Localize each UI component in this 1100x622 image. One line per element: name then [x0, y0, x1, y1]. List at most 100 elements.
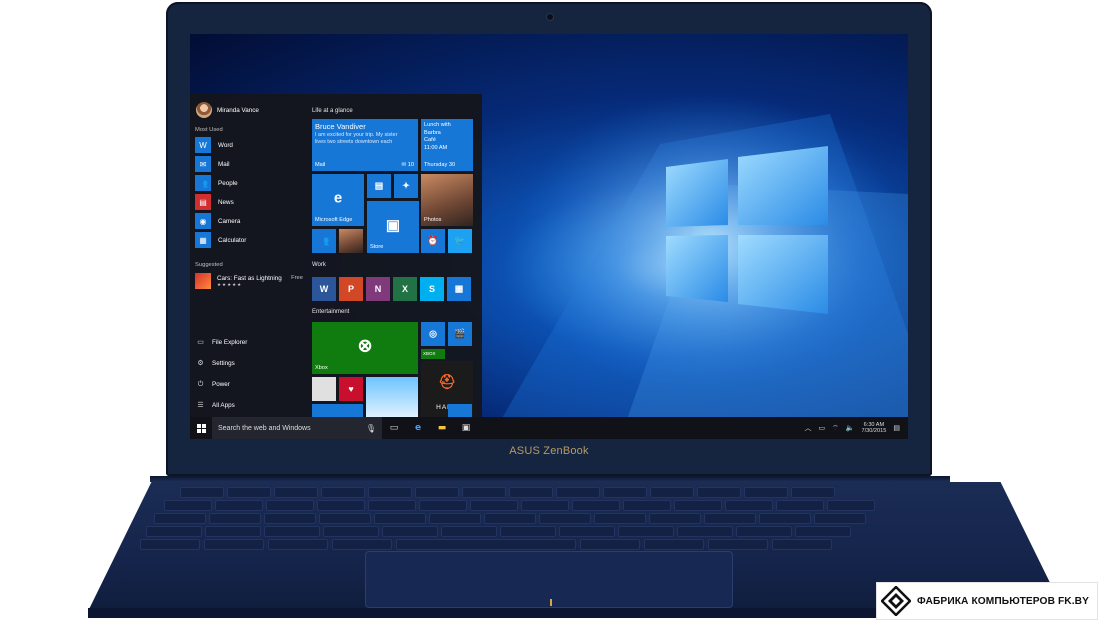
excel-icon: X: [401, 284, 409, 294]
start-app-people[interactable]: 👥 People: [195, 175, 238, 191]
tile-calculator[interactable]: ▦: [447, 277, 471, 301]
start-button[interactable]: [190, 417, 212, 439]
taskbar-clock[interactable]: 6:30 AM 7/30/2015: [861, 422, 886, 435]
mail-count-value: 10: [407, 162, 414, 168]
tile-skype[interactable]: S: [420, 277, 444, 301]
tile-powerpoint[interactable]: P: [339, 277, 363, 301]
edge-icon[interactable]: e: [406, 417, 430, 439]
group-entertainment: Entertainment: [312, 309, 350, 315]
tile-alarms[interactable]: ⏰: [421, 229, 445, 253]
tile-news[interactable]: ▤: [367, 174, 391, 198]
start-settings[interactable]: ⚙ Settings: [196, 359, 234, 368]
file-explorer-icon[interactable]: ▬: [430, 417, 454, 439]
film-clapper-icon: 🎬: [454, 328, 466, 339]
keyboard-key: [274, 487, 318, 498]
tile-onenote[interactable]: N: [366, 277, 390, 301]
microphone-icon[interactable]: 🎙: [366, 424, 376, 433]
laptop-hinge: [150, 476, 950, 482]
keyboard-key: [154, 513, 206, 524]
start-all-apps[interactable]: ☰ All Apps: [196, 401, 234, 410]
keyboard-key: [140, 539, 200, 550]
battery-icon[interactable]: ▭: [819, 424, 826, 432]
app-label: Camera: [218, 217, 241, 225]
start-file-explorer[interactable]: ▭ File Explorer: [196, 338, 247, 347]
keyboard-key: [736, 526, 792, 537]
keyboard-key: [572, 500, 620, 511]
tile-candy[interactable]: [312, 377, 336, 401]
tile-disney[interactable]: [366, 377, 418, 417]
keyboard-key: [484, 513, 536, 524]
tile-extra[interactable]: [448, 404, 472, 417]
start-menu: Miranda Vance Most Used W Word ✉ Mail 👥 …: [190, 94, 482, 417]
tile-groove[interactable]: ◎: [421, 322, 445, 346]
group-life-at-a-glance: Life at a glance: [312, 108, 353, 114]
app-label: Mail: [218, 160, 230, 168]
most-used-heading: Most Used: [195, 127, 223, 133]
taskbar: Search the web and Windows 🎙 ▭ e ▬ ▣ ︿ ▭…: [190, 417, 908, 439]
tile-label: Store: [370, 244, 384, 250]
onenote-icon: N: [374, 284, 382, 294]
word-icon: W: [195, 137, 211, 153]
tile-mail[interactable]: Bruce Vandiver I am excited for your tri…: [312, 119, 418, 171]
start-app-news[interactable]: ▤ News: [195, 194, 234, 210]
keyboard-key: [603, 487, 647, 498]
start-app-mail[interactable]: ✉ Mail: [195, 156, 230, 172]
tile-photos[interactable]: Photos: [421, 174, 473, 226]
product-photo: ASUS ZenBook Miranda Vance Most Used W W…: [0, 0, 1100, 622]
tile-xbox[interactable]: ⊗ Xbox: [312, 322, 418, 374]
keyboard-key: [368, 500, 416, 511]
store-icon[interactable]: ▣: [454, 417, 478, 439]
start-power[interactable]: ⏻ Power: [196, 380, 230, 389]
calendar-line: Barbra: [424, 129, 441, 136]
keyboard-key: [264, 513, 316, 524]
chevron-up-icon[interactable]: ︿: [805, 423, 812, 433]
start-app-calculator[interactable]: ▦ Calculator: [195, 232, 246, 248]
user-account[interactable]: Miranda Vance: [196, 102, 259, 118]
tile-calendar[interactable]: Lunch with Barbra Café 11:00 AM Thursday…: [421, 119, 473, 171]
tile-word[interactable]: W: [312, 277, 336, 301]
app-label: News: [218, 198, 234, 206]
keyboard-key: [644, 539, 704, 550]
keyboard-key: [268, 539, 328, 550]
gear-icon: ⚙: [197, 360, 204, 367]
keyboard-key: [814, 513, 866, 524]
start-app-camera[interactable]: ◉ Camera: [195, 213, 240, 229]
volume-icon[interactable]: 🔈: [846, 424, 855, 432]
keyboard-key: [623, 500, 671, 511]
tile-contact-photo[interactable]: [339, 229, 363, 253]
tile-movies[interactable]: 🎬: [448, 322, 472, 346]
tile-edge[interactable]: e Microsoft Edge: [312, 174, 364, 226]
task-view-icon[interactable]: ▭: [382, 417, 406, 439]
keyboard-key: [396, 539, 576, 550]
start-app-word[interactable]: W Word: [195, 137, 233, 153]
keyboard-key: [215, 500, 263, 511]
tile-twitter[interactable]: 🐦: [448, 229, 472, 253]
keyboard-key: [227, 487, 271, 498]
tile-excel[interactable]: X: [393, 277, 417, 301]
store-watermark-badge: ФАБРИКА КОМПЬЮТЕРОВ FK.BY: [876, 582, 1098, 620]
people-icon: 👥: [195, 175, 211, 191]
wifi-icon[interactable]: ⌔: [832, 424, 839, 433]
tile-label: XBOX: [423, 351, 436, 356]
tile-label: Mail: [315, 162, 326, 168]
suggested-app[interactable]: Cars: Fast as Lightning ★★★★★ Free: [195, 273, 303, 289]
keyboard-key: [419, 500, 467, 511]
tile-more[interactable]: [312, 404, 363, 417]
start-menu-left-column: Miranda Vance Most Used W Word ✉ Mail 👥 …: [190, 94, 306, 417]
taskbar-search-box[interactable]: Search the web and Windows 🎙: [212, 417, 382, 439]
user-name: Miranda Vance: [217, 106, 259, 114]
start-menu-tiles: Life at a glance Bruce Vandiver I am exc…: [310, 94, 482, 417]
action-center-icon[interactable]: ▤: [893, 424, 900, 432]
tile-tips[interactable]: ✦: [394, 174, 418, 198]
keyboard-key: [204, 539, 264, 550]
tile-store[interactable]: ▣ Store: [367, 201, 419, 253]
keyboard-key: [317, 500, 365, 511]
keyboard-key: [594, 513, 646, 524]
word-icon: W: [319, 284, 329, 294]
tile-people[interactable]: 👥: [312, 229, 336, 253]
skype-icon: S: [428, 284, 436, 294]
tile-iheart[interactable]: ♥: [339, 377, 363, 401]
news-icon: ▤: [374, 180, 384, 191]
keyboard-key: [368, 487, 412, 498]
tile-xbox-small[interactable]: XBOX: [421, 349, 445, 359]
